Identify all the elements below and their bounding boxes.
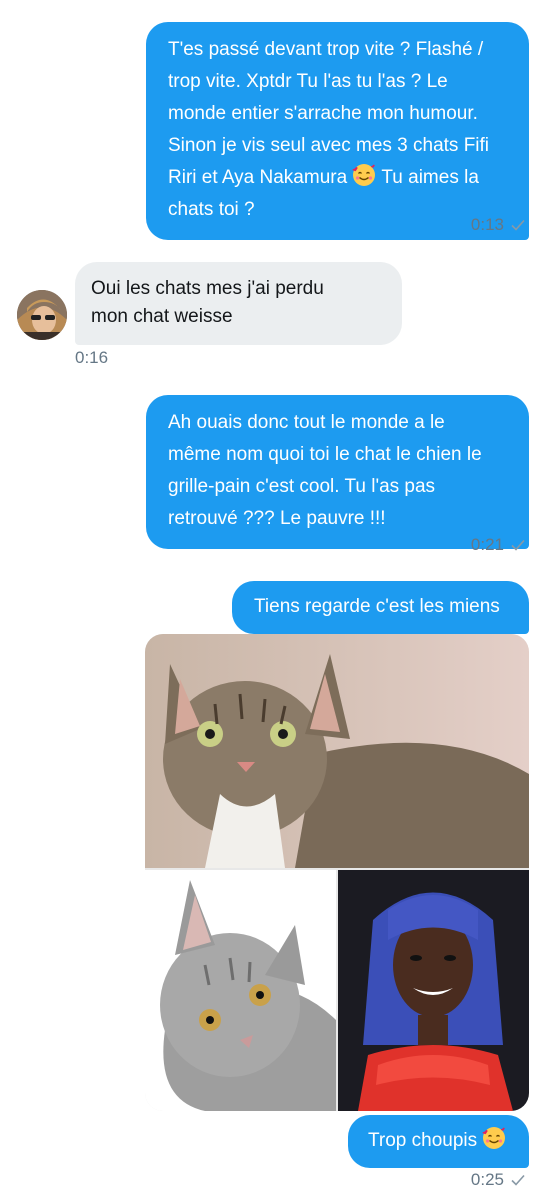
message-text: Riri et Aya Nakamura <box>168 167 348 188</box>
timestamp: 0:21 <box>470 535 504 554</box>
timestamp: 0:16 <box>75 348 109 367</box>
message-bubble-outgoing[interactable]: Ah ouais donc tout le monde a le même no… <box>146 395 529 549</box>
avatar[interactable] <box>17 290 67 340</box>
woman-blue-hair-image <box>338 870 529 1111</box>
smiling-face-with-hearts-icon <box>482 1127 506 1149</box>
message-line: grille-pain c'est cool. Tu l'as pas <box>168 476 436 497</box>
timestamp: 0:13 <box>470 215 504 234</box>
media-woman-blue-hair-photo[interactable] <box>338 870 529 1111</box>
message-bubble-outgoing[interactable]: Trop choupis <box>348 1115 529 1168</box>
message-line: monde entier s'arrache mon humour. <box>168 103 478 124</box>
tabby-cat-image <box>145 634 529 868</box>
grey-cat-image <box>145 870 336 1111</box>
message-meta: 0:13 <box>471 215 526 235</box>
message-line: même nom quoi toi le chat le chien le <box>168 444 482 465</box>
message-line: chats toi ? <box>168 199 255 220</box>
sent-check-icon <box>511 1174 525 1186</box>
message-bubble-outgoing[interactable]: Tiens regarde c'est les miens <box>232 581 529 634</box>
sent-check-icon <box>511 219 525 231</box>
message-line: trop vite. Xptdr Tu l'as tu l'as ? Le <box>168 71 448 92</box>
timestamp: 0:25 <box>470 1170 504 1189</box>
media-tabby-cat-photo[interactable] <box>145 634 529 868</box>
message-line: Riri et Aya Nakamura Tu aimes la <box>168 162 507 194</box>
message-line: Trop choupis <box>368 1125 507 1157</box>
message-bubble-incoming[interactable]: Oui les chats mes j'ai perdu mon chat we… <box>75 262 402 345</box>
message-text: Tu aimes la <box>381 167 479 188</box>
smiling-face-with-hearts-icon <box>353 164 376 186</box>
media-grid[interactable] <box>145 634 529 1111</box>
message-meta: 0:21 <box>471 535 526 555</box>
message-bubble-outgoing[interactable]: T'es passé devant trop vite ? Flashé / t… <box>146 22 529 240</box>
message-line: Sinon je vis seul avec mes 3 chats Fifi <box>168 135 490 156</box>
message-text: Trop choupis <box>368 1130 478 1151</box>
message-line: mon chat weisse <box>91 306 233 327</box>
message-line: Oui les chats mes j'ai perdu <box>91 278 324 299</box>
message-line: retrouvé ??? Le pauvre !!! <box>168 508 386 529</box>
message-line: Tiens regarde c'est les miens <box>254 596 500 617</box>
message-line: Ah ouais donc tout le monde a le <box>168 412 445 433</box>
message-meta: 0:25 <box>471 1170 526 1190</box>
sent-check-icon <box>511 539 525 551</box>
media-grey-cat-photo[interactable] <box>145 870 336 1111</box>
message-line: T'es passé devant trop vite ? Flashé / <box>168 39 484 60</box>
avatar-photo <box>17 290 67 340</box>
